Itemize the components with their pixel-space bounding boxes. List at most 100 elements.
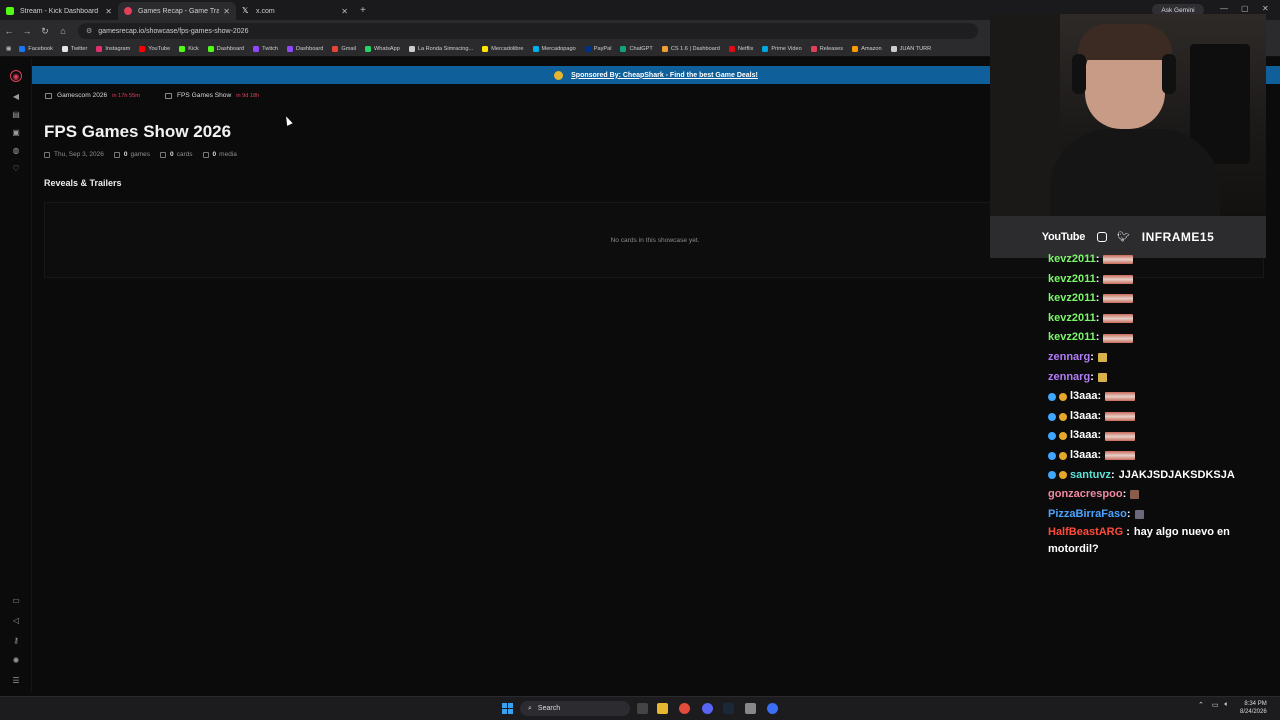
list-icon[interactable]: ☰ xyxy=(10,674,22,686)
bookmark-item[interactable]: Gmail xyxy=(332,46,356,52)
sponsor-link[interactable]: Sponsored By: CheapShark - Find the best… xyxy=(571,72,758,79)
bookmark-item[interactable]: Mercadopago xyxy=(532,46,576,52)
file-explorer-icon[interactable] xyxy=(657,703,668,714)
chat-username[interactable]: zennarg xyxy=(1048,368,1090,388)
bookmark-item[interactable]: Amazon xyxy=(852,46,882,52)
taskbar-search[interactable]: ⌕ Search xyxy=(520,701,630,716)
forward-icon[interactable]: → xyxy=(18,26,36,36)
url-bar[interactable]: ⚙ gamesrecap.io/showcase/fps-games-show-… xyxy=(78,23,978,39)
chat-username[interactable]: l3aaa xyxy=(1070,426,1098,446)
bookmark-item[interactable]: Releases xyxy=(810,46,843,52)
chat-username[interactable]: kevz2011 xyxy=(1048,289,1096,309)
network-icon[interactable]: ▭ xyxy=(1212,701,1219,709)
showcase-chip-gamescom[interactable]: Gamescom 2026 in 17h 55m xyxy=(45,92,140,99)
megaphone-icon[interactable]: ◀ xyxy=(10,90,22,102)
chat-username[interactable]: kevz2011 xyxy=(1048,270,1096,290)
showcase-chip-fps[interactable]: FPS Games Show in 9d 18h xyxy=(165,92,259,99)
task-view-icon[interactable] xyxy=(637,703,648,714)
calendar-icon xyxy=(44,151,50,158)
browser-tab-kick[interactable]: Stream - Kick Dashboard ✕ xyxy=(0,2,118,20)
app-icon[interactable] xyxy=(767,703,778,714)
chat-username[interactable]: zennarg xyxy=(1048,348,1090,368)
new-tab-button[interactable]: + xyxy=(360,5,366,16)
steam-icon[interactable] xyxy=(723,703,734,714)
chat-username[interactable]: kevz2011 xyxy=(1048,309,1096,329)
chat-separator: : xyxy=(1095,331,1100,344)
bookmark-item[interactable]: Twitter xyxy=(61,46,87,52)
settings-icon[interactable] xyxy=(745,703,756,714)
bookmark-favicon-icon xyxy=(728,46,735,52)
bookmark-item[interactable]: YouTube xyxy=(139,46,170,52)
chat-username[interactable]: l3aaa xyxy=(1070,446,1098,466)
bookmark-item[interactable]: Kick xyxy=(179,46,199,52)
bookmark-item[interactable]: Twitch xyxy=(253,46,278,52)
settings-icon[interactable]: ✺ xyxy=(10,654,22,666)
chevron-up-icon[interactable]: ⌃ xyxy=(1198,701,1204,709)
chat-username[interactable]: PizzaBirraFaso xyxy=(1048,505,1127,525)
bookmark-favicon-icon xyxy=(584,46,591,52)
minimize-icon[interactable]: — xyxy=(1220,4,1228,13)
site-logo-icon[interactable]: ◉ xyxy=(10,70,22,82)
volume-icon[interactable]: 🔈︎ xyxy=(1225,701,1229,709)
chat-icon[interactable]: ▭ xyxy=(10,594,22,606)
bookmark-item[interactable]: Dashboard xyxy=(207,46,244,52)
maximize-icon[interactable]: ▢ xyxy=(1241,4,1249,13)
bookmark-item[interactable]: WhatsApp xyxy=(365,46,400,52)
taskbar-clock[interactable]: 8:34 PM 8/24/2026 xyxy=(1240,700,1267,716)
browser-tab-x[interactable]: 𝕏 x.com ✕ xyxy=(236,2,354,20)
chat-separator: : xyxy=(1126,507,1131,520)
bookmark-favicon-icon xyxy=(179,46,186,52)
webcam-overlay xyxy=(990,14,1266,216)
bookmark-label: Kick xyxy=(188,46,199,52)
share-icon[interactable]: ◁ xyxy=(10,614,22,626)
close-window-icon[interactable]: ✕ xyxy=(1262,4,1269,13)
bookmark-item[interactable]: La Ronda Simracing... xyxy=(408,46,473,52)
bookmark-label: Facebook xyxy=(28,46,53,52)
chat-username[interactable]: kevz2011 xyxy=(1048,328,1096,348)
close-icon[interactable]: ✕ xyxy=(105,7,112,16)
chat-username[interactable]: gonzacrespoo xyxy=(1048,485,1123,505)
chat-separator: : xyxy=(1090,350,1094,363)
reload-icon[interactable]: ↻ xyxy=(36,26,54,37)
close-icon[interactable]: ✕ xyxy=(341,7,348,16)
browser-tab-games-recap[interactable]: Games Recap - Game Trailers, A ✕ xyxy=(118,2,236,20)
home-icon[interactable]: ⌂ xyxy=(54,26,72,36)
bookmark-item[interactable]: Instagram xyxy=(96,46,130,52)
chat-username[interactable]: HalfBeastARG xyxy=(1048,526,1123,538)
calendar-icon[interactable]: ▤ xyxy=(10,108,22,120)
back-icon[interactable]: ← xyxy=(0,26,18,36)
bookmark-item[interactable]: Netflix xyxy=(728,46,753,52)
chat-username[interactable]: l3aaa xyxy=(1070,387,1098,407)
tab-title: Stream - Kick Dashboard xyxy=(20,7,99,15)
bookmark-item[interactable]: Prime Video xyxy=(762,46,802,52)
key-icon[interactable]: ⚷ xyxy=(10,634,22,646)
chat-emote-icon xyxy=(1103,294,1134,304)
apps-icon[interactable]: ▦ xyxy=(6,46,11,52)
bookmark-favicon-icon xyxy=(96,46,103,52)
close-icon[interactable]: ✕ xyxy=(223,7,230,16)
discord-icon[interactable] xyxy=(702,703,713,714)
bookmark-item[interactable]: PayPal xyxy=(584,46,611,52)
heart-icon[interactable]: ♡ xyxy=(10,162,22,174)
gamepad-icon[interactable]: ◍ xyxy=(10,144,22,156)
bookmark-item[interactable]: Mercadolibre xyxy=(482,46,524,52)
clock-time: 8:34 PM xyxy=(1244,701,1267,707)
windows-start-icon[interactable] xyxy=(502,703,513,714)
chat-emote-icon xyxy=(1105,431,1136,441)
site-info-icon[interactable]: ⚙ xyxy=(86,27,92,35)
tv-icon[interactable]: ▣ xyxy=(10,126,22,138)
bookmark-favicon-icon xyxy=(207,46,214,52)
chat-username[interactable]: kevz2011 xyxy=(1048,250,1096,270)
tab-title: x.com xyxy=(256,7,275,15)
bookmark-item[interactable]: Dashboard xyxy=(287,46,323,52)
chat-username[interactable]: l3aaa xyxy=(1070,407,1098,427)
chat-username[interactable]: santuvz xyxy=(1070,466,1111,486)
games-icon xyxy=(113,151,120,158)
bookmark-item[interactable]: Facebook xyxy=(19,46,53,52)
bookmark-label: YouTube xyxy=(148,46,171,52)
chrome-icon[interactable] xyxy=(679,703,690,714)
bookmark-item[interactable]: CS 1.6 | Dashboard xyxy=(661,46,720,52)
chip-countdown: in 17h 55m xyxy=(112,92,140,99)
bookmark-item[interactable]: ChatGPT xyxy=(620,46,653,52)
bookmark-item[interactable]: JUAN TURR xyxy=(890,46,931,52)
